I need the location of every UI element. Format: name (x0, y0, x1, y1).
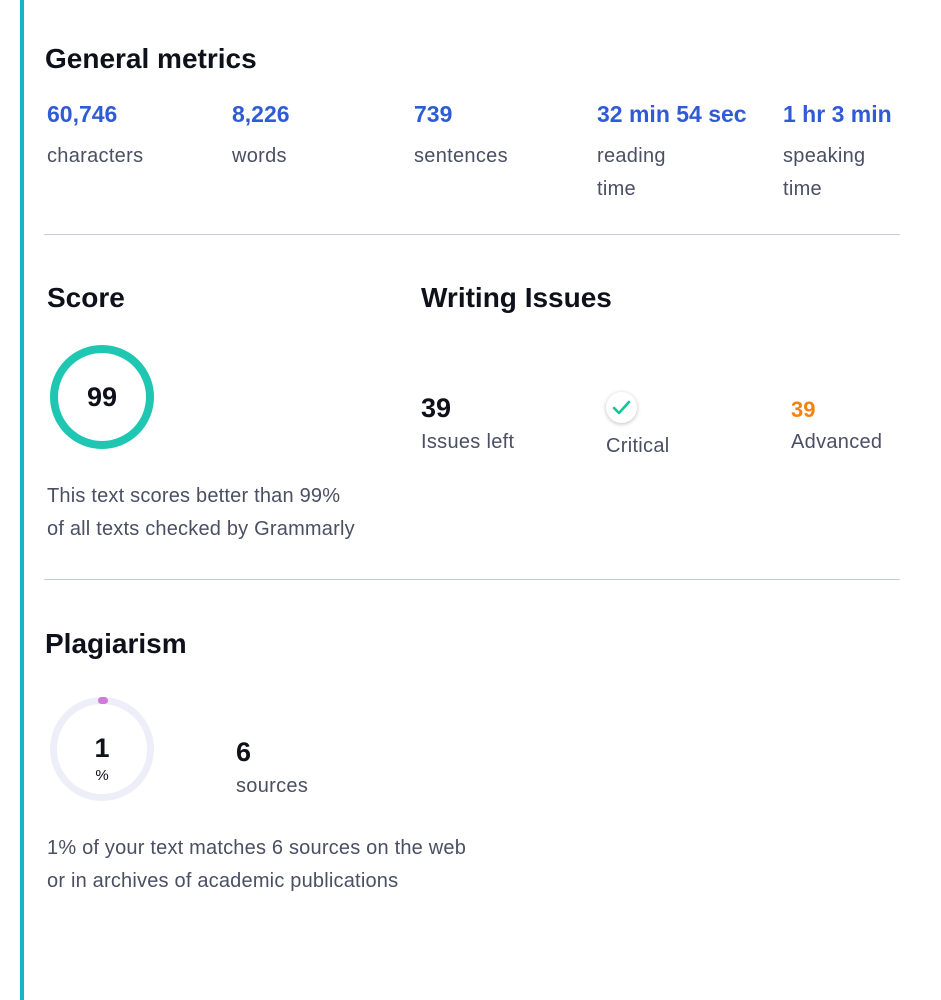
sources-label: sources (236, 775, 309, 797)
metric-label: speaking (783, 145, 866, 167)
check-icon (606, 392, 637, 423)
metric-label: characters (47, 145, 144, 167)
metric-value: 60,746 (47, 101, 118, 127)
critical-label: Critical (606, 435, 670, 457)
metric-value: 739 (414, 101, 453, 127)
metric-value: 8,226 (232, 101, 290, 127)
metric-label: reading (597, 145, 666, 167)
metric-label: time (597, 178, 636, 200)
advanced-label: Advanced (791, 431, 883, 453)
score-description-line2: of all texts checked by Grammarly (47, 518, 355, 540)
metric-value: 32 min 54 sec (597, 101, 747, 127)
left-accent-border (20, 0, 24, 1000)
metric-value: 1 hr 3 min (783, 101, 892, 127)
plagiarism-progress-dot (98, 697, 108, 704)
plagiarism-percent-value: 1 (94, 733, 110, 763)
plagiarism-percent-sign: % (95, 767, 109, 784)
issues-left-value: 39 (421, 393, 452, 423)
score-description-line1: This text scores better than 99% (47, 485, 341, 507)
plagiarism-description-line2: or in archives of academic publications (47, 870, 399, 892)
section-divider (44, 234, 900, 235)
plagiarism-description-line1: 1% of your text matches 6 sources on the… (47, 837, 467, 859)
plagiarism-title: Plagiarism (45, 628, 187, 659)
metric-label: time (783, 178, 822, 200)
metric-label: sentences (414, 145, 508, 167)
sources-value: 6 (236, 737, 252, 767)
score-title: Score (47, 282, 125, 313)
writing-issues-title: Writing Issues (421, 282, 612, 313)
score-value: 99 (86, 382, 118, 412)
section-divider (44, 579, 900, 580)
advanced-value: 39 (791, 397, 816, 422)
issues-left-label: Issues left (421, 431, 515, 453)
general-metrics-title: General metrics (45, 43, 257, 74)
check-icon-graphic (612, 400, 631, 415)
metric-label: words (232, 145, 287, 167)
